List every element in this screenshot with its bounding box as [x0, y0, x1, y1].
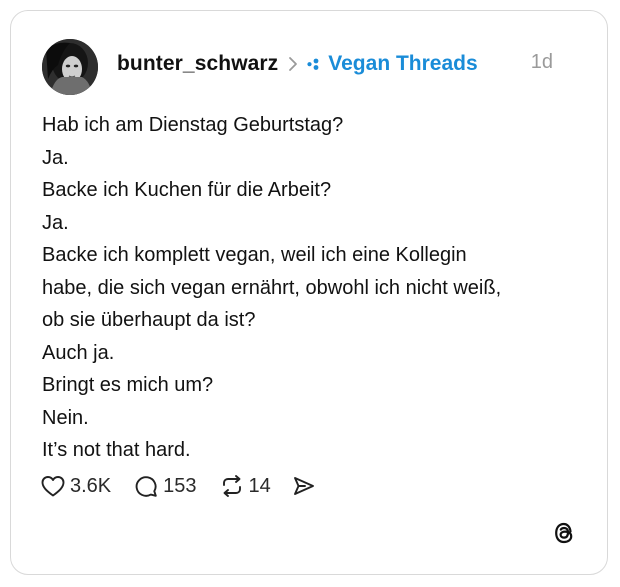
post-line: It’s not that hard.: [42, 439, 191, 461]
post-line: Hab ich am Dienstag Geburtstag?: [42, 114, 344, 136]
post-timestamp: 1d: [530, 51, 553, 73]
share-button[interactable]: [291, 474, 317, 498]
post-line: Backe ich komplett vegan, weil ich eine …: [42, 244, 467, 266]
threads-logo-icon[interactable]: [551, 520, 577, 546]
post-header: bunter_schwarz Vegan Threads: [117, 49, 478, 79]
heart-icon: [40, 474, 66, 498]
comment-icon: [133, 474, 159, 498]
repost-icon: [219, 474, 245, 498]
send-icon: [291, 474, 317, 498]
post-line: Bringt es mich um?: [42, 374, 214, 396]
community-link[interactable]: Vegan Threads: [306, 52, 478, 76]
like-button[interactable]: 3.6K: [40, 474, 111, 498]
community-icon: [306, 57, 322, 71]
post-line: Ja.: [42, 146, 69, 169]
reply-count: 153: [163, 474, 197, 497]
avatar[interactable]: [42, 39, 98, 95]
post-card: bunter_schwarz Vegan Threads 1d Hab ich …: [10, 10, 608, 575]
action-bar: 3.6K 153 14: [40, 471, 339, 501]
post-line: Nein.: [42, 406, 89, 429]
post-line: Ja.: [42, 211, 69, 234]
repost-button[interactable]: 14: [219, 474, 271, 498]
like-count: 3.6K: [70, 474, 112, 497]
post-line: ob sie überhaupt da ist?: [42, 309, 256, 331]
post-line: habe, die sich vegan ernährt, obwohl ich…: [42, 276, 502, 299]
username[interactable]: bunter_schwarz: [117, 52, 278, 76]
post-line: Auch ja.: [42, 341, 115, 364]
chevron-right-icon: [288, 56, 298, 72]
post-line: Backe ich Kuchen für die Arbeit?: [42, 179, 332, 201]
post-body: Hab ich am Dienstag Geburtstag? Ja. Back…: [42, 109, 582, 467]
repost-count: 14: [248, 474, 271, 497]
community-name: Vegan Threads: [328, 52, 478, 75]
reply-button[interactable]: 153: [133, 474, 197, 498]
